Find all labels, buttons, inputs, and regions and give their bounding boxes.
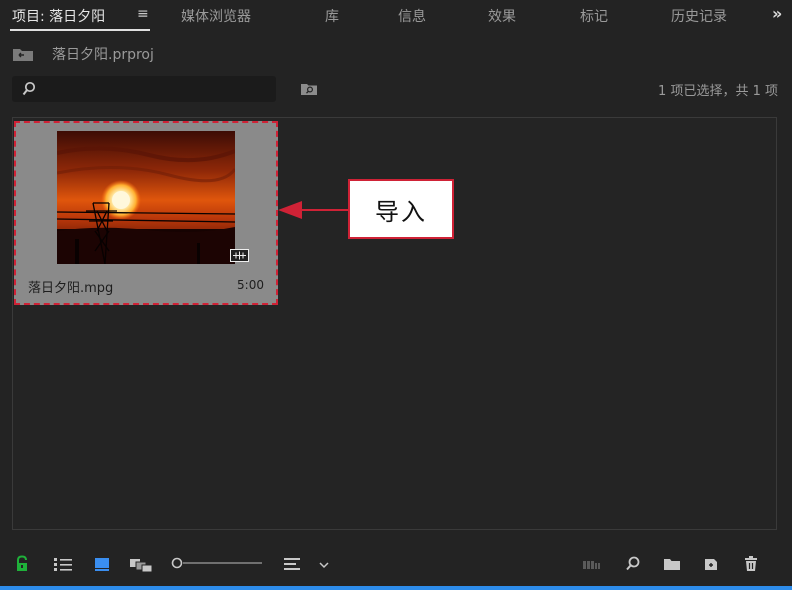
panel-menu-icon[interactable]: ≡ xyxy=(137,6,149,22)
panel-focus-indicator xyxy=(0,586,792,590)
panel-tab-bar: 项目: 落日夕阳 ≡ 媒体浏览器 库 信息 效果 标记 历史记录 » xyxy=(0,0,792,32)
freeform-view-icon[interactable] xyxy=(128,554,154,574)
new-bin-icon[interactable] xyxy=(662,554,682,574)
lock-icon[interactable] xyxy=(14,554,30,574)
sort-icon[interactable] xyxy=(282,554,308,574)
callout-arrow-icon xyxy=(278,201,350,219)
project-folder-icon[interactable] xyxy=(12,46,34,62)
project-name: 落日夕阳.prproj xyxy=(52,47,154,63)
tab-libraries[interactable]: 库 xyxy=(325,6,339,26)
icon-view-icon[interactable] xyxy=(94,554,110,574)
tab-project[interactable]: 项目: 落日夕阳 xyxy=(12,6,105,26)
bottom-toolbar xyxy=(0,548,792,582)
list-view-icon[interactable] xyxy=(52,554,74,574)
selection-status: 1 项已选择，共 1 项 xyxy=(658,84,778,99)
search-icon xyxy=(22,81,36,96)
search-box xyxy=(12,76,276,102)
trash-icon[interactable] xyxy=(742,554,760,574)
clip-duration: 5:00 xyxy=(237,278,264,292)
zoom-slider[interactable] xyxy=(170,556,262,570)
audio-video-badge-icon xyxy=(230,249,249,262)
tab-media-browser[interactable]: 媒体浏览器 xyxy=(181,6,251,26)
search-input[interactable] xyxy=(42,79,274,101)
tab-markers[interactable]: 标记 xyxy=(580,6,608,26)
callout-box: 导入 xyxy=(348,179,454,239)
tab-overflow-icon[interactable]: » xyxy=(772,4,782,23)
new-item-icon[interactable] xyxy=(702,554,720,574)
clip-card[interactable]: 落日夕阳.mpg 5:00 xyxy=(14,121,278,305)
tab-effects[interactable]: 效果 xyxy=(488,6,516,26)
chevron-down-icon[interactable] xyxy=(316,554,332,574)
find-icon[interactable] xyxy=(624,554,642,574)
active-tab-indicator xyxy=(10,29,150,31)
clip-thumbnail[interactable] xyxy=(57,131,235,264)
tab-info[interactable]: 信息 xyxy=(398,6,426,26)
callout-label: 导入 xyxy=(375,197,427,226)
clip-name: 落日夕阳.mpg xyxy=(28,281,114,296)
tab-history[interactable]: 历史记录 xyxy=(671,6,727,26)
automate-to-sequence-icon[interactable] xyxy=(580,554,606,574)
new-search-bin-icon[interactable] xyxy=(300,82,318,96)
